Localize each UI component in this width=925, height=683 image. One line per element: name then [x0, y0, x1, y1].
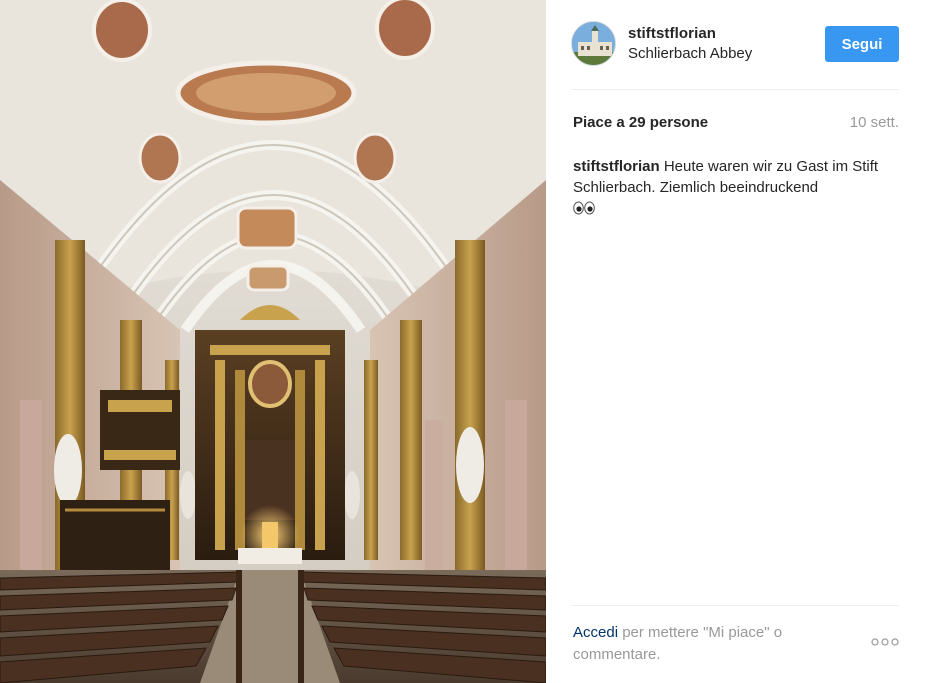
abbey-avatar-image [572, 22, 615, 65]
post-timestamp[interactable]: 10 sett. [850, 114, 899, 131]
location-link[interactable]: Schlierbach Abbey [628, 45, 752, 62]
eyes-emoji-icon [573, 201, 595, 215]
post-details-panel: stiftstflorian Schlierbach Abbey Segui P… [546, 0, 925, 683]
likes-count[interactable]: Piace a 29 persone [573, 114, 708, 131]
username-link[interactable]: stiftstflorian [628, 25, 716, 42]
post-caption: stiftstflorian Heute waren wir zu Gast i… [573, 156, 891, 219]
login-prompt: Accedi per mettere "Mi piace" o commenta… [573, 622, 833, 666]
header-divider [571, 89, 899, 90]
login-link[interactable]: Accedi [573, 624, 618, 641]
post-header: stiftstflorian Schlierbach Abbey Segui [546, 0, 925, 89]
church-interior-image [0, 0, 546, 683]
avatar[interactable] [571, 21, 616, 66]
more-options-icon[interactable] [871, 637, 899, 647]
caption-username-link[interactable]: stiftstflorian [573, 158, 660, 175]
footer-divider [571, 605, 899, 606]
post-modal: stiftstflorian Schlierbach Abbey Segui P… [0, 0, 925, 683]
post-photo[interactable] [0, 0, 546, 683]
follow-button[interactable]: Segui [825, 26, 899, 62]
